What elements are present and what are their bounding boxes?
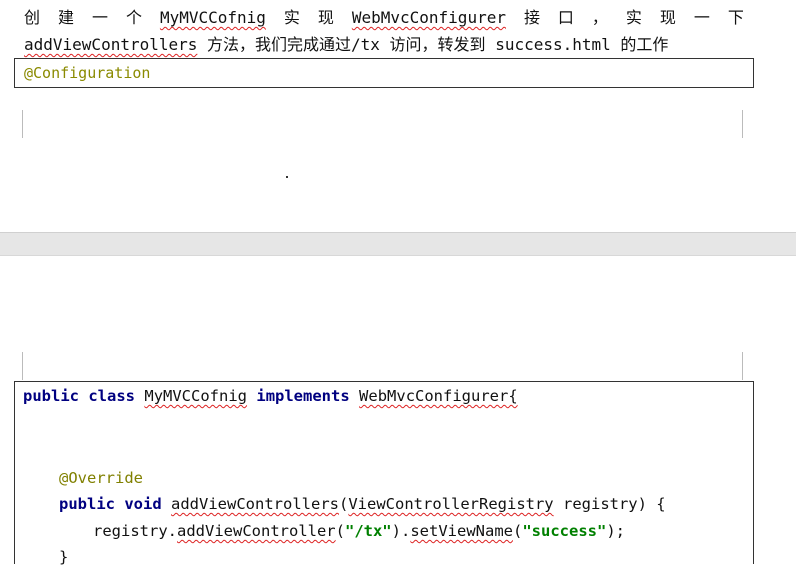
param: registry) { — [553, 495, 666, 513]
word: 实 — [283, 8, 300, 27]
word: 一 — [693, 8, 710, 27]
class-name-word: MyMVCCofnig — [159, 8, 266, 27]
margin-corner-mark — [0, 110, 23, 138]
configuration-annotation: @Configuration — [24, 64, 151, 82]
interface-name-word: WebMvcConfigurer — [352, 8, 506, 28]
code-text: ). — [391, 522, 411, 540]
line2-text-b: 的工作 — [610, 35, 669, 54]
code-line-class-decl: public class MyMVCCofnig implements WebM… — [23, 387, 518, 405]
code-line-close-brace: } — [59, 548, 69, 566]
code-line-method-decl: public void addViewControllers(ViewContr… — [59, 495, 666, 513]
margin-corner-mark — [742, 110, 771, 138]
code-line-override: @Override — [59, 469, 143, 487]
paragraph-line-2: addViewControllers 方法，我们完成通过/tx 访问，转发到 s… — [24, 35, 668, 55]
document-page-top: 创 建 一 个 MyMVCCofnig 实 现 WebMvcConfigurer… — [0, 0, 796, 232]
interface-name-text: WebMvcConfigurer — [351, 8, 506, 27]
page-break-gap — [0, 232, 796, 256]
code-text: ); — [606, 522, 625, 540]
string-literal: "success" — [522, 522, 607, 540]
text-cursor-dot — [286, 176, 288, 178]
word: 现 — [659, 8, 676, 27]
word: 建 — [57, 8, 74, 27]
word: 创 — [24, 8, 41, 27]
method-call: setViewName — [410, 522, 513, 540]
string-literal: "/tx" — [344, 522, 392, 540]
method-name: addViewControllers — [171, 495, 339, 513]
paragraph-line-1: 创 建 一 个 MyMVCCofnig 实 现 WebMvcConfigurer… — [24, 8, 744, 28]
code-line-registry-call: registry.addViewController("/tx").setVie… — [93, 522, 625, 540]
keyword: implements — [256, 387, 350, 405]
code-text: ( — [335, 522, 345, 540]
type-name: ViewControllerRegistry — [348, 495, 554, 513]
word: 现 — [317, 8, 334, 27]
margin-corner-mark — [742, 352, 771, 380]
word: 接 — [523, 8, 540, 27]
word: 一 — [91, 8, 108, 27]
word: 个 — [125, 8, 142, 27]
file-name: success.html — [495, 35, 611, 54]
interface-name: WebMvcConfigurer{ — [359, 387, 518, 405]
word: ， — [591, 8, 608, 27]
margin-corner-mark — [0, 352, 23, 380]
code-box-class: public class MyMVCCofnig implements WebM… — [14, 381, 754, 566]
keyword: public — [23, 387, 79, 405]
word: 下 — [727, 8, 744, 27]
word: 口 — [557, 8, 574, 27]
method-call: addViewController — [177, 522, 336, 540]
keyword: public — [59, 495, 115, 513]
keyword: class — [88, 387, 136, 405]
code-text: ( — [512, 522, 523, 540]
keyword: void — [124, 495, 162, 513]
code-text: registry. — [93, 522, 177, 540]
code-box-annotation: @Configuration — [14, 58, 754, 88]
word: 实 — [625, 8, 642, 27]
class-name: MyMVCCofnig — [144, 387, 248, 405]
paren: ( — [339, 495, 349, 513]
line2-text-a: 方法，我们完成通过/tx 访问，转发到 — [197, 35, 496, 54]
method-name: addViewControllers — [24, 35, 198, 54]
